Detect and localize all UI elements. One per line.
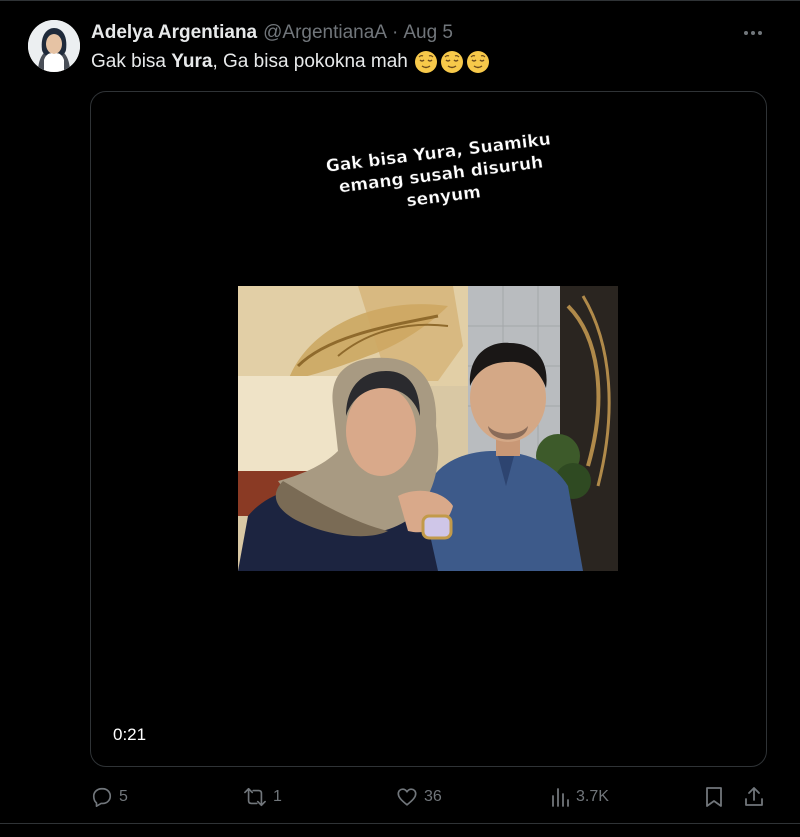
- heart-icon: [397, 788, 417, 806]
- share-button[interactable]: [743, 783, 765, 811]
- retweet-icon: [244, 787, 266, 807]
- author-handle[interactable]: @ArgentianaA: [263, 22, 387, 44]
- relieved-face-emoji: [414, 51, 437, 73]
- tweet-text-bold: Yura: [171, 51, 213, 72]
- views-count: 3.7K: [576, 788, 609, 805]
- reply-button[interactable]: 5: [91, 783, 128, 811]
- tweet-text-part: , Ga bisa pokokna mah: [212, 51, 408, 72]
- more-horizontal-icon: [744, 31, 762, 35]
- video-duration: 0:21: [113, 725, 147, 744]
- header-separator: ·: [392, 22, 399, 43]
- reply-icon: [92, 787, 112, 807]
- tweet[interactable]: Adelya Argentiana @ArgentianaA · Aug 5 G…: [0, 0, 800, 837]
- relieved-face-emoji: [466, 51, 489, 73]
- retweet-count: 1: [273, 788, 282, 805]
- views-button[interactable]: 3.7K: [550, 783, 609, 811]
- views-icon: [552, 788, 569, 807]
- emoji-row: [414, 50, 490, 74]
- author-display-name[interactable]: Adelya Argentiana: [91, 22, 257, 44]
- like-button[interactable]: 36: [396, 783, 442, 811]
- share-icon: [745, 787, 763, 806]
- retweet-button[interactable]: 1: [243, 783, 282, 811]
- relieved-face-emoji: [440, 51, 463, 73]
- bottom-divider: [0, 823, 800, 824]
- tweet-text: Gak bisa Yura, Ga bisa pokokna mah: [91, 48, 490, 76]
- video-caption: Gak bisa Yura, Suamiku emang susah disur…: [288, 124, 594, 226]
- tweet-header: Adelya Argentiana @ArgentianaA · Aug 5: [91, 20, 453, 46]
- bookmark-icon: [706, 787, 722, 807]
- avatar[interactable]: [28, 20, 80, 72]
- reply-count: 5: [119, 788, 128, 805]
- bookmark-button[interactable]: [704, 783, 724, 811]
- tweet-text-part: Gak bisa: [91, 51, 172, 72]
- top-divider: [0, 0, 800, 1]
- like-count: 36: [424, 788, 442, 805]
- video-frame-photo: [238, 286, 618, 571]
- more-button[interactable]: [740, 22, 766, 44]
- video-player[interactable]: Gak bisa Yura, Suamiku emang susah disur…: [90, 91, 767, 767]
- action-bar: 5 1 36 3.7K: [0, 783, 800, 811]
- tweet-date[interactable]: Aug 5: [403, 22, 453, 44]
